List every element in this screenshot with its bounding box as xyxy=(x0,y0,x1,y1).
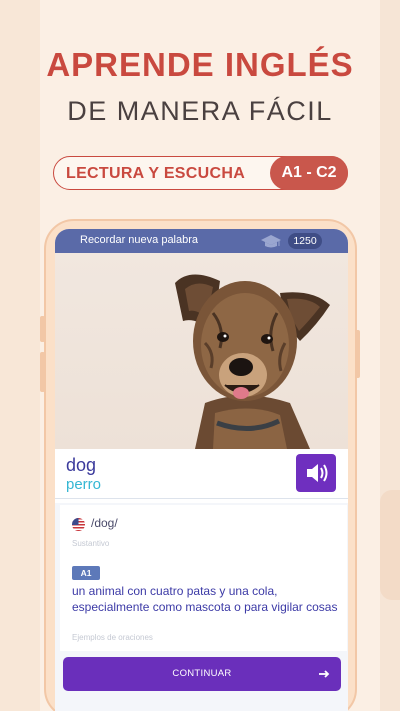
cefr-level-badge: A1 xyxy=(72,566,100,580)
feature-pill-label: LECTURA Y ESCUCHA xyxy=(66,165,246,182)
word-header: dog perro xyxy=(55,449,348,499)
graduation-cap-icon xyxy=(261,235,281,248)
us-flag-icon xyxy=(72,518,85,531)
app-screen: Recordar nueva palabra 1250 dog perro /d… xyxy=(55,229,348,711)
dog-photo xyxy=(55,253,348,449)
background-shape xyxy=(380,490,400,600)
continue-button[interactable]: CONTINUAR xyxy=(63,657,341,691)
continue-button-label: CONTINUAR xyxy=(172,668,232,679)
phone-side-button xyxy=(40,316,45,342)
topbar-title: Recordar nueva palabra xyxy=(80,234,199,246)
phone-side-button xyxy=(355,330,360,378)
play-audio-button[interactable] xyxy=(296,454,336,492)
promo-subheadline: DE MANERA FÁCIL xyxy=(67,96,333,126)
speaker-icon xyxy=(307,464,328,482)
level-range-badge: A1 - C2 xyxy=(270,156,348,190)
phone-side-button xyxy=(40,352,45,392)
example-sentences-label: Ejemplos de oraciones xyxy=(72,633,153,642)
word-translation: perro xyxy=(66,476,102,493)
app-topbar: Recordar nueva palabra 1250 xyxy=(55,229,348,253)
vocab-word: dog xyxy=(66,455,97,475)
feature-pill: LECTURA Y ESCUCHA A1 - C2 xyxy=(53,156,348,190)
score-badge: 1250 xyxy=(288,233,322,249)
word-definition: un animal con cuatro patas y una cola, e… xyxy=(72,584,338,614)
part-of-speech: Sustantivo xyxy=(72,539,110,548)
phonetic-transcription: /dog/ xyxy=(91,516,118,530)
promo-headline: APRENDE INGLÉS xyxy=(46,46,354,83)
arrow-right-icon xyxy=(319,670,330,678)
